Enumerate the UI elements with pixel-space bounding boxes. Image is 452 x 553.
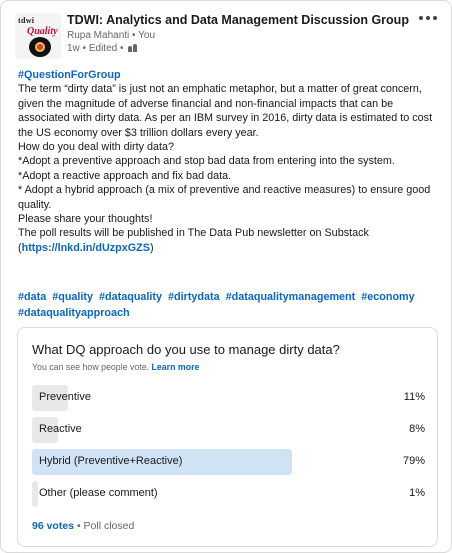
learn-more-link[interactable]: Learn more: [152, 362, 200, 372]
poll-option-label: Reactive: [39, 423, 82, 435]
poll-footer: 96 votes • Poll closed: [32, 520, 134, 532]
post-paragraph: How do you deal with dirty data?: [18, 141, 175, 154]
hashtag-link[interactable]: #quality: [52, 291, 93, 303]
hashtag-link[interactable]: #dataqualitymanagement: [226, 291, 356, 303]
group-name-link[interactable]: TDWI: Analytics and Data Management Disc…: [67, 13, 409, 27]
hashtag-list: #data #quality #dataquality #dirtydata #…: [18, 290, 438, 321]
logo-subtext: Quality: [27, 26, 58, 37]
poll-option-label: Other (please comment): [39, 487, 158, 499]
link-paren-close: ): [149, 241, 154, 254]
poll-option: Other (please comment) 1%: [32, 481, 425, 507]
substack-link[interactable]: https://lnkd.in/dUzpxGZS: [22, 242, 150, 254]
poll-visibility-note: You can see how people vote. Learn more: [32, 362, 199, 372]
poll-option-percent: 79%: [402, 455, 425, 467]
logo-text: tdwi: [18, 16, 35, 25]
poll-question: What DQ approach do you use to manage di…: [32, 342, 340, 357]
hashtag-link[interactable]: #economy: [361, 291, 414, 303]
post-meta: 1w • Edited •: [67, 43, 138, 54]
poll-option-percent: 8%: [409, 423, 425, 435]
post-card: tdwi Quality TDWI: Analytics and Data Ma…: [0, 0, 452, 553]
post-body: #QuestionForGroup The term “dirty data” …: [18, 68, 438, 255]
post-meta-text: 1w • Edited •: [67, 43, 124, 54]
post-header: tdwi Quality TDWI: Analytics and Data Ma…: [15, 11, 439, 61]
poll-option: Preventive 11%: [32, 385, 425, 411]
poll-option: Hybrid (Preventive+Reactive) 79%: [32, 449, 425, 475]
post-paragraph: *Adopt a preventive approach and stop ba…: [18, 155, 395, 168]
poll-note-text: You can see how people vote.: [32, 362, 150, 372]
poll-option-label: Preventive: [39, 391, 91, 403]
hashtag-question-for-group[interactable]: #QuestionForGroup: [18, 69, 121, 81]
poll-option-percent: 1%: [409, 487, 425, 499]
poll-option-label: Hybrid (Preventive+Reactive): [39, 455, 183, 467]
ellipsis-icon-dot: [419, 16, 423, 20]
hashtag-link[interactable]: #dataqualityapproach: [18, 307, 130, 319]
post-link-line: (https://lnkd.in/dUzpxGZS): [18, 241, 438, 255]
poll-status: • Poll closed: [76, 520, 135, 532]
poll-option: Reactive 8%: [32, 417, 425, 443]
hashtag-link[interactable]: #dirtydata: [168, 291, 220, 303]
hashtag-link[interactable]: #dataquality: [99, 291, 162, 303]
ellipsis-icon-dot: [433, 16, 437, 20]
post-paragraph: *Adopt a reactive approach and fix bad d…: [18, 169, 232, 182]
post-paragraph: The term “dirty data” is just not an emp…: [18, 83, 433, 139]
poll-card: What DQ approach do you use to manage di…: [17, 327, 438, 547]
poll-option-percent: 11%: [403, 391, 425, 403]
group-members-icon: [128, 44, 138, 52]
hashtag-link[interactable]: #data: [18, 291, 46, 303]
post-paragraph: * Adopt a hybrid approach (a mix of prev…: [18, 184, 431, 211]
logo-emblem-icon: [29, 37, 51, 57]
poll-option-bar: [32, 481, 38, 507]
group-logo[interactable]: tdwi Quality: [15, 13, 61, 59]
post-paragraph: The poll results will be published in Th…: [18, 227, 369, 240]
poll-votes-link[interactable]: 96 votes: [32, 520, 74, 532]
author-line[interactable]: Rupa Mahanti • You: [67, 30, 155, 41]
ellipsis-icon-dot: [426, 16, 430, 20]
post-paragraph: Please share your thoughts!: [18, 213, 153, 226]
more-options-button[interactable]: [417, 11, 439, 25]
